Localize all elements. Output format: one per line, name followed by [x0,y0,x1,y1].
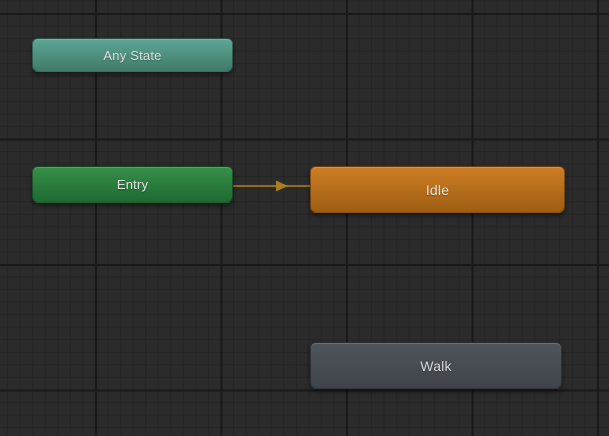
state-node-label: Walk [420,358,451,374]
transition-entry-to-idle[interactable] [233,181,310,192]
state-node-label: Any State [103,48,161,63]
state-node-any-state[interactable]: Any State [32,38,233,72]
animator-graph-canvas[interactable]: Any State Entry Idle Walk [0,0,609,436]
state-node-idle[interactable]: Idle [310,166,565,213]
state-node-label: Idle [426,182,449,198]
state-node-label: Entry [117,177,148,192]
state-node-walk[interactable]: Walk [310,342,562,389]
state-node-entry[interactable]: Entry [32,166,233,203]
